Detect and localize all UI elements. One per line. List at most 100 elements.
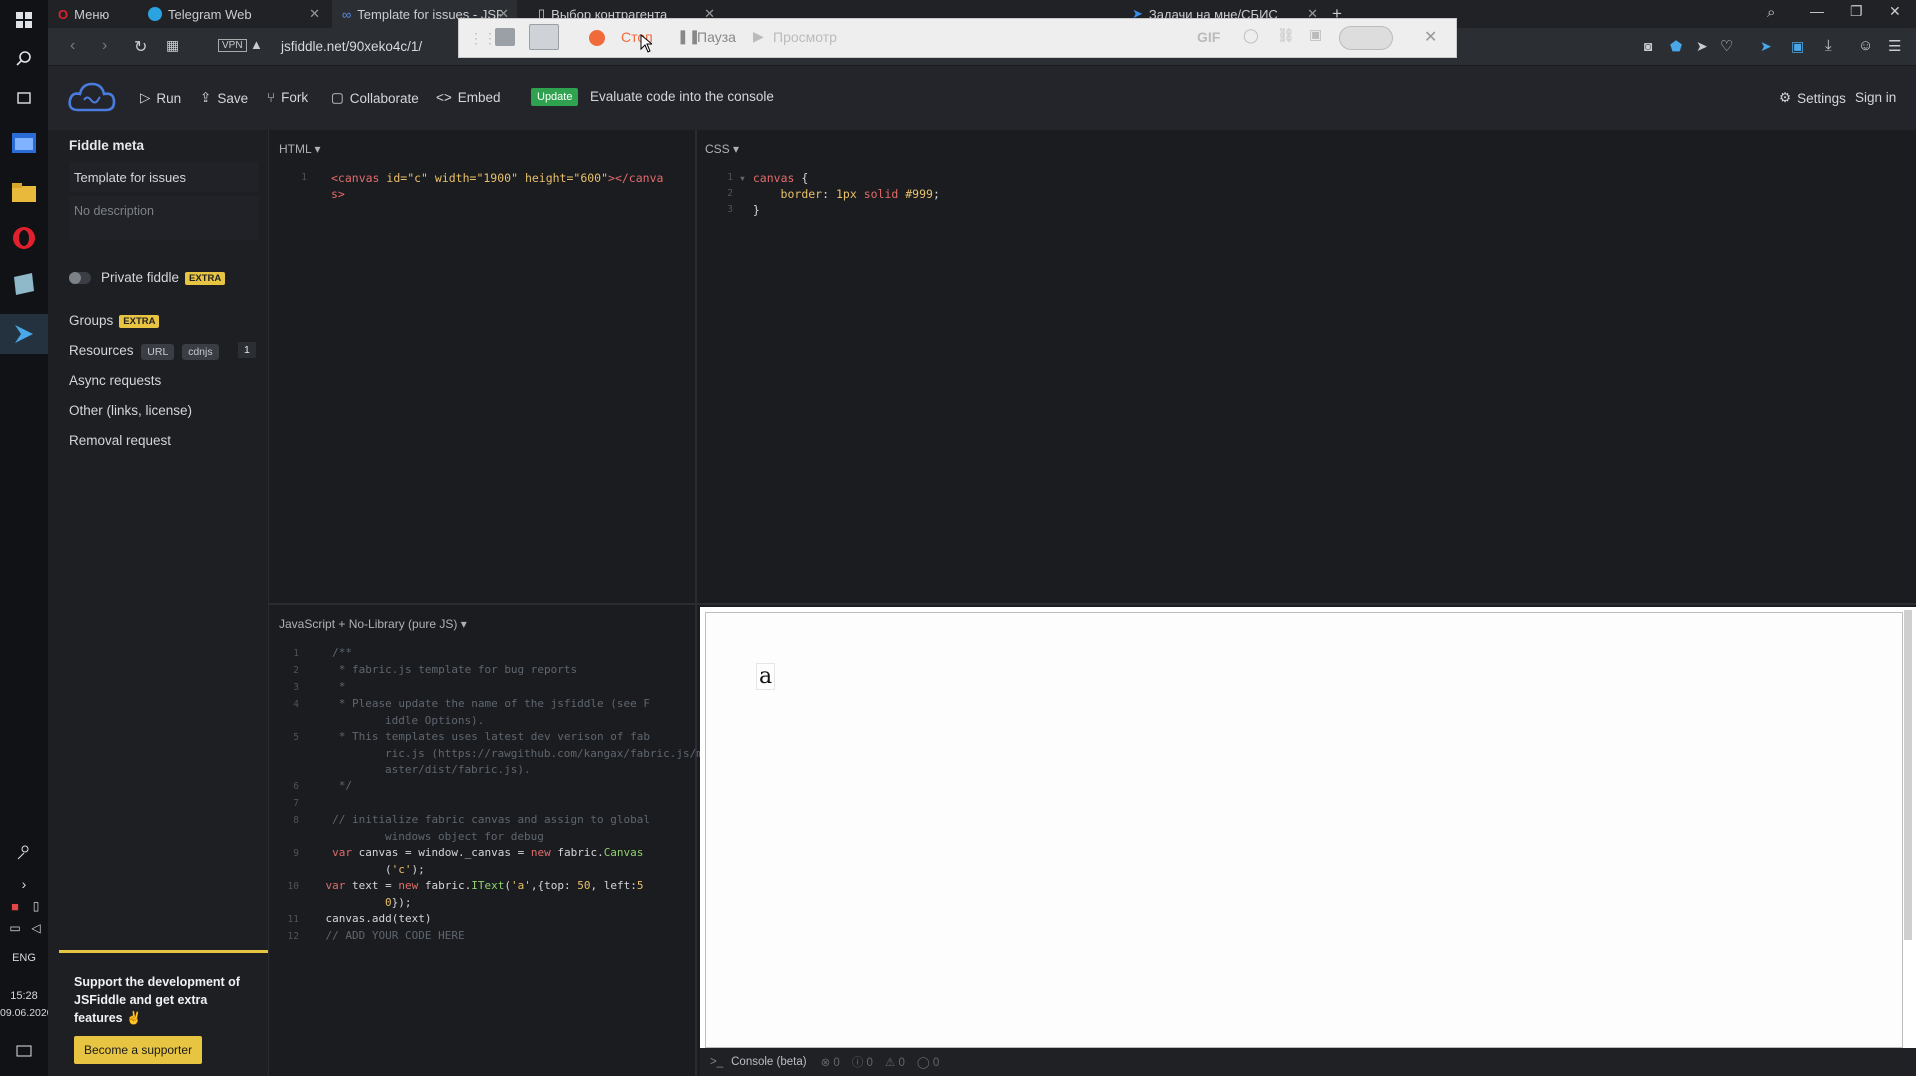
sbis-app-icon[interactable]	[0, 314, 48, 354]
vpn-badge[interactable]: VPN	[218, 39, 247, 52]
calendar-app-icon[interactable]	[8, 127, 40, 159]
toggle-icon[interactable]	[1339, 26, 1393, 50]
fiddle-description-input[interactable]: No description	[69, 196, 259, 240]
record-icon[interactable]	[589, 30, 605, 46]
sidebar-title: Fiddle meta	[69, 138, 145, 153]
back-icon[interactable]: ‹	[70, 37, 75, 55]
js-panel-label[interactable]: JavaScript + No-Library (pure JS) ▾	[279, 617, 467, 631]
download-icon[interactable]: ⤓	[1825, 37, 1832, 54]
embed-button[interactable]: <> Embed	[436, 90, 501, 105]
speed-dial-icon[interactable]: ▦	[166, 37, 179, 54]
run-button[interactable]: ▷ Run	[140, 90, 181, 106]
task-view-icon[interactable]	[8, 82, 40, 114]
console-log-count: ◯ 0	[916, 1057, 940, 1069]
send-icon[interactable]: ➤	[1696, 38, 1708, 55]
play-icon: ▷	[140, 90, 151, 105]
html-code[interactable]: <canvas id="c" width="1900" height="600"…	[331, 170, 663, 202]
become-supporter-button[interactable]: Become a supporter	[74, 1036, 203, 1064]
extension-badge-icon[interactable]: ▣	[1791, 38, 1804, 55]
sidebar-item-resources[interactable]: Resources URL cdnjs	[69, 343, 219, 360]
extension-icon[interactable]: ➤	[1760, 38, 1772, 55]
opera-browser-icon[interactable]	[8, 222, 40, 254]
video-icon[interactable]	[529, 24, 559, 50]
preview-button[interactable]: Просмотр	[773, 29, 837, 45]
restore-icon[interactable]: ❐	[1850, 3, 1863, 20]
close-icon[interactable]: ✕	[309, 6, 320, 22]
html-panel[interactable]: HTML ▾ 1 <canvas id="c" width="1900" hei…	[269, 130, 695, 603]
private-toggle[interactable]	[69, 272, 91, 284]
shield-icon[interactable]: ⬟	[1670, 38, 1682, 55]
canvas-text-object[interactable]: a	[756, 663, 776, 690]
save-icon[interactable]: ▣	[1309, 26, 1322, 43]
opera-logo-icon: O	[58, 6, 69, 22]
telegram-icon	[148, 7, 162, 21]
clock-date[interactable]: 09.06.2020	[0, 1007, 53, 1019]
notifications-icon[interactable]	[8, 1036, 40, 1068]
network-tray-icon[interactable]: ▭	[6, 912, 24, 944]
search-icon[interactable]	[8, 42, 40, 74]
css-panel-label[interactable]: CSS ▾	[705, 142, 739, 156]
comment-icon[interactable]: ◯	[1243, 27, 1259, 44]
update-badge[interactable]: Update	[531, 88, 579, 106]
link-icon[interactable]: ⛓	[1277, 27, 1295, 44]
forward-icon[interactable]: ›	[102, 37, 107, 55]
reload-icon[interactable]: ↻	[134, 37, 147, 57]
sidebar-item-removal[interactable]: Removal request	[69, 433, 171, 448]
camera-icon[interactable]: ◙	[1644, 38, 1652, 54]
save-button[interactable]: ⇪ Save	[200, 90, 248, 106]
language-indicator[interactable]: ENG	[0, 952, 48, 964]
extra-badge: EXTRA	[119, 314, 160, 328]
pause-button[interactable]: Пауза	[697, 29, 736, 45]
account-icon[interactable]: ☺	[1858, 37, 1873, 54]
screenshot-icon[interactable]	[495, 28, 515, 46]
file-explorer-icon[interactable]	[8, 176, 40, 208]
console-label[interactable]: Console (beta)	[731, 1056, 806, 1068]
js-code[interactable]: 1 /** 2 * fabric.js template for bug rep…	[279, 645, 703, 945]
url-field[interactable]: jsfiddle.net/90xeko4c/1/	[281, 39, 422, 54]
cdnjs-pill[interactable]: cdnjs	[182, 344, 219, 360]
console-bar[interactable]: >_ Console (beta) ⊗ 0 ⓘ 0 ⚠ 0 ◯ 0	[700, 1048, 1916, 1076]
sidebar-item-other[interactable]: Other (links, license)	[69, 403, 192, 418]
warning-icon[interactable]: ▲	[250, 37, 263, 52]
heart-icon[interactable]: ♡	[1720, 37, 1733, 55]
sidebar-item-groups[interactable]: Groups EXTRA	[69, 313, 160, 328]
close-icon[interactable]: ✕	[1424, 27, 1437, 47]
drag-handle-icon[interactable]: ⋮⋮	[469, 30, 497, 47]
sign-in-button[interactable]: Sign in	[1855, 90, 1896, 105]
opera-menu-button[interactable]: O Меню	[48, 0, 132, 28]
collaborate-button[interactable]: ▢ Collaborate	[331, 90, 419, 106]
jsfiddle-logo[interactable]	[68, 80, 116, 119]
windows-start-icon[interactable]	[8, 4, 40, 36]
fork-button[interactable]: ⑂ Fork	[267, 90, 308, 105]
easy-setup-icon[interactable]: ☰	[1888, 37, 1901, 55]
url-pill[interactable]: URL	[141, 344, 175, 360]
search-tabs-icon[interactable]: ⌕	[1767, 4, 1775, 21]
html-panel-label[interactable]: HTML ▾	[279, 142, 321, 156]
volume-icon[interactable]: ◁	[28, 912, 44, 944]
cloud-upload-icon: ⇪	[200, 90, 212, 105]
play-icon[interactable]: ▶	[753, 28, 764, 45]
console-info-count: ⓘ 0	[851, 1057, 873, 1069]
settings-button[interactable]: ⚙ Settings	[1779, 90, 1846, 106]
people-icon[interactable]	[8, 836, 40, 868]
clock-time[interactable]: 15:28	[0, 990, 48, 1002]
tab-telegram[interactable]: Telegram Web ✕	[138, 0, 328, 28]
gif-button[interactable]: GIF	[1197, 29, 1220, 45]
css-panel[interactable]: CSS ▾ 1 2 3 ▾ canvas { border: 1px solid…	[697, 130, 1916, 603]
screen-recorder-toolbar: ⋮⋮ Стоп ❚❚ Пауза ▶ Просмотр GIF ◯ ⛓ ▣ ✕	[458, 18, 1457, 58]
result-scrollbar[interactable]	[1904, 610, 1912, 940]
line-number: 1	[301, 172, 307, 183]
support-box: Support the development of JSFiddle and …	[59, 950, 268, 1076]
sidebar-item-async[interactable]: Async requests	[69, 373, 161, 388]
jsfiddle-header: ▷ Run ⇪ Save ⑂ Fork ▢ Collaborate <> Embed Up…	[48, 66, 1916, 130]
minimize-icon[interactable]: —	[1810, 3, 1824, 19]
fiddle-name-input[interactable]: Template for issues	[69, 162, 259, 192]
notes-app-icon[interactable]	[8, 268, 40, 300]
console-error-count: ⊗ 0	[820, 1057, 840, 1069]
js-panel[interactable]: JavaScript + No-Library (pure JS) ▾ 1 /*…	[269, 605, 703, 1076]
fabric-canvas[interactable]: a	[705, 612, 1903, 1048]
close-window-icon[interactable]: ✕	[1889, 3, 1901, 20]
line-number: 1	[727, 172, 733, 183]
support-text: Support the development of JSFiddle and …	[74, 975, 240, 1025]
css-code[interactable]: ▾ canvas { border: 1px solid #999; }	[739, 170, 940, 218]
